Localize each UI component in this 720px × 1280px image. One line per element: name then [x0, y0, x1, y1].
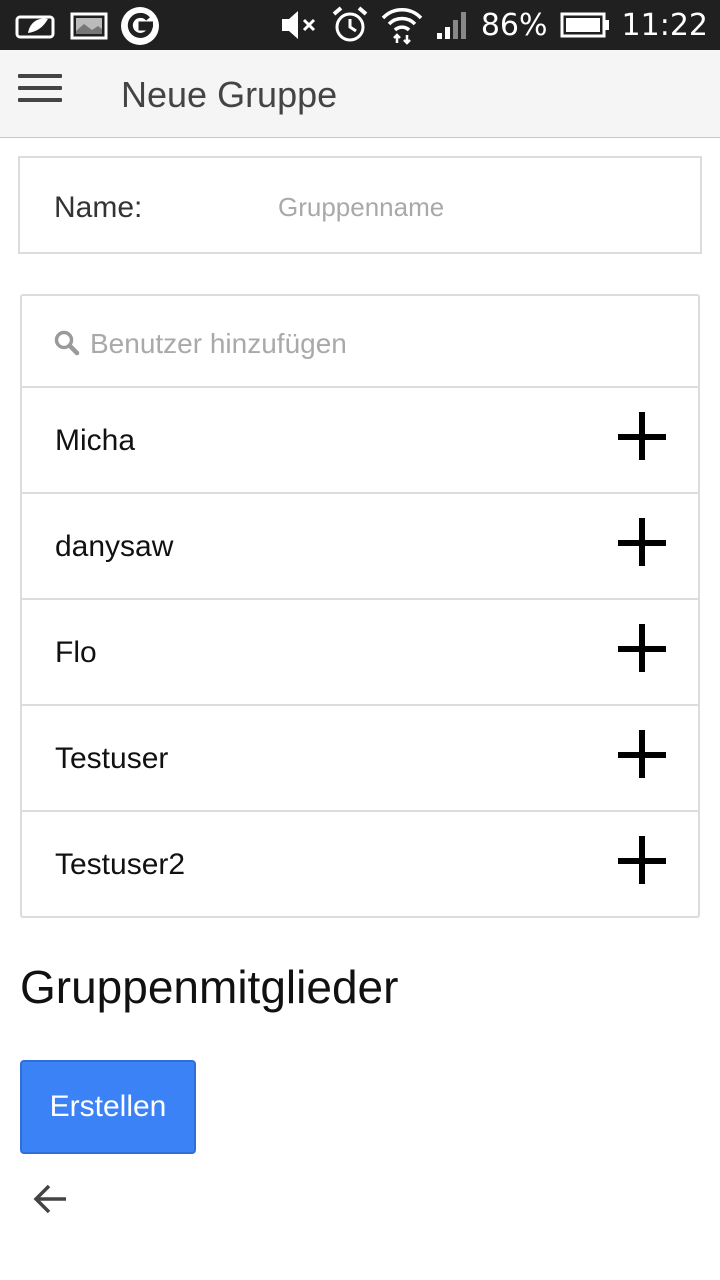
user-list-card: Micha danysaw Flo Testuser Testuser2 — [20, 294, 700, 918]
list-item: Flo — [22, 600, 698, 706]
add-user-button[interactable] — [618, 518, 670, 570]
add-user-button[interactable] — [618, 412, 670, 464]
battery-icon — [560, 11, 610, 39]
add-user-button[interactable] — [618, 836, 670, 888]
search-icon — [54, 330, 80, 361]
status-bar: 86% 11:22 — [0, 0, 720, 50]
create-button[interactable]: Erstellen — [20, 1060, 196, 1154]
g-app-icon — [120, 6, 160, 46]
group-name-input[interactable] — [278, 184, 678, 230]
group-name-card: Name: — [18, 156, 702, 254]
wifi-icon — [381, 5, 423, 45]
user-name: Micha — [55, 424, 136, 457]
notification-icons — [14, 6, 160, 46]
mute-icon — [279, 8, 319, 42]
user-name: Testuser2 — [55, 848, 186, 881]
user-search-input[interactable] — [90, 322, 650, 366]
add-user-button[interactable] — [618, 624, 670, 676]
signal-icon — [435, 9, 469, 41]
back-arrow-icon[interactable] — [30, 1178, 72, 1220]
leaf-notification-icon — [14, 9, 58, 43]
image-notification-icon — [70, 11, 108, 41]
list-item: Micha — [22, 388, 698, 494]
user-name: danysaw — [55, 530, 174, 563]
list-item: Testuser2 — [22, 812, 698, 918]
page-title: Neue Gruppe — [121, 74, 338, 115]
system-icons: 86% 11:22 — [279, 0, 708, 50]
alarm-icon — [331, 5, 369, 45]
menu-icon[interactable] — [18, 74, 62, 114]
battery-percent: 86% — [480, 7, 548, 43]
clock: 11:22 — [621, 7, 708, 43]
add-user-button[interactable] — [618, 730, 670, 782]
list-item: Testuser — [22, 706, 698, 812]
name-label: Name: — [54, 191, 143, 224]
app-bar: Neue Gruppe — [0, 50, 720, 138]
user-name: Flo — [55, 636, 97, 669]
user-name: Testuser — [55, 742, 169, 775]
list-item: danysaw — [22, 494, 698, 600]
members-heading: Gruppenmitglieder — [20, 961, 399, 1013]
user-search-row — [22, 296, 698, 388]
